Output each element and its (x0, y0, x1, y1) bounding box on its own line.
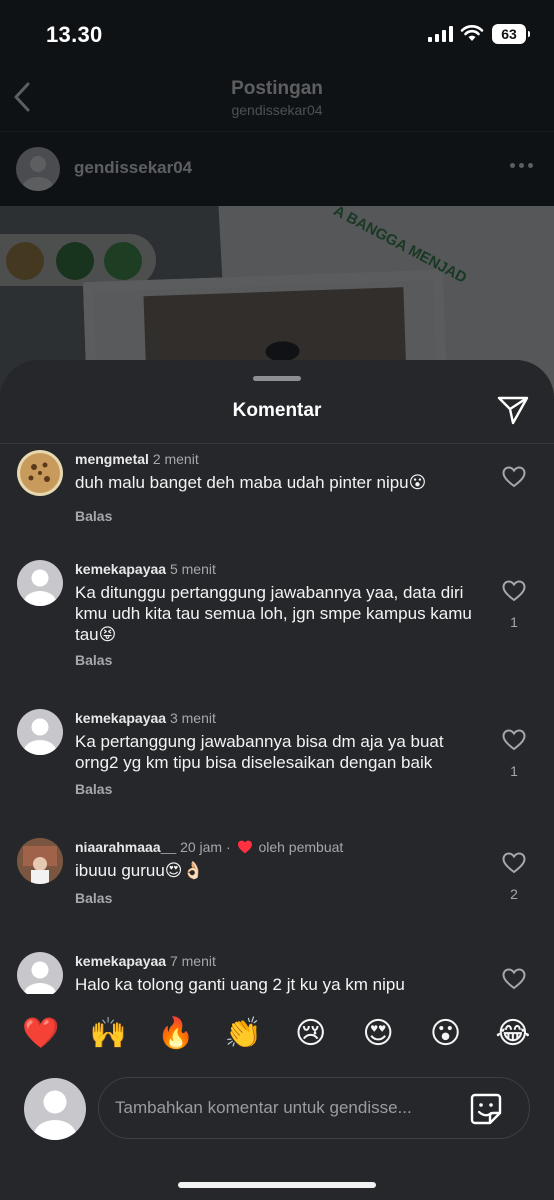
creator-liked-heart-icon (237, 840, 252, 854)
heart-icon[interactable] (502, 466, 526, 488)
comment-text: Ka pertanggung jawabannya bisa dm aja ya… (75, 732, 444, 772)
emoji-raising-hands[interactable]: 🙌 (89, 1015, 127, 1053)
post-author-username[interactable]: gendissekar04 (74, 158, 192, 178)
comment-meta: kemekapayaa 3 menit (75, 709, 216, 727)
like-count: 1 (510, 614, 518, 630)
comment-time: 7 menit (169, 953, 216, 969)
reply-button[interactable]: Balas (75, 652, 112, 668)
comment-meta: kemekapayaa 7 menit (75, 952, 216, 970)
creator-like-label: oleh pembuat (258, 839, 344, 855)
comment-composer (0, 1074, 554, 1154)
comment-list[interactable]: mengmetal 2 menit duh malu banget deh ma… (0, 444, 554, 994)
comment-meta: niaarahmaaa__ 20 jam · oleh pembuat (75, 839, 344, 855)
comment-text: Ka ditunggu pertanggung jawabannya yaa, … (75, 583, 472, 644)
emoji-laughing[interactable]: 😂 (494, 1015, 532, 1053)
comment-text: duh malu banget deh maba udah pinter nip… (75, 473, 427, 492)
reply-button[interactable]: Balas (75, 781, 112, 797)
comment-meta: mengmetal 2 menit (75, 450, 199, 468)
battery-indicator: 63 (492, 24, 530, 44)
reply-button[interactable]: Balas (75, 890, 112, 906)
heart-icon[interactable] (502, 580, 526, 602)
wifi-icon (460, 25, 484, 41)
like-count: 2 (510, 886, 518, 902)
comment-input[interactable] (115, 1078, 455, 1138)
comment-username[interactable]: mengmetal (75, 451, 149, 467)
comment-item: kemekapayaa 3 menit Ka pertanggung jawab… (0, 709, 554, 819)
comment-time: 5 menit (169, 561, 216, 577)
comment-username[interactable]: kemekapayaa (75, 710, 166, 726)
comment-box (98, 1077, 530, 1139)
default-avatar-icon (24, 718, 56, 755)
sticker-icon[interactable] (469, 1092, 503, 1126)
emoji-reaction-bar: ❤️ 🙌 🔥 👏 😢 😍 😮 😂 (0, 1004, 554, 1064)
default-avatar-icon (34, 1090, 76, 1140)
status-time: 13.30 (46, 22, 103, 47)
commenter-avatar[interactable] (17, 560, 63, 606)
heart-icon[interactable] (502, 852, 526, 874)
comment-username[interactable]: niaarahmaaa__ (75, 839, 176, 855)
home-indicator[interactable] (178, 1182, 376, 1188)
cellular-signal-icon (428, 26, 453, 42)
top-navigation: Postingan gendissekar04 (0, 66, 554, 132)
more-horizontal-icon[interactable] (510, 163, 536, 173)
default-avatar-icon (23, 156, 53, 191)
comment-text: Halo ka tolong ganti uang 2 jt ku ya km … (75, 975, 405, 994)
photo-avatar-image (17, 838, 63, 884)
comment-item: niaarahmaaa__ 20 jam · oleh pembuat ibuu… (0, 838, 554, 938)
heart-icon[interactable] (502, 968, 526, 990)
comment-item: kemekapayaa 7 menit Halo ka tolong ganti… (0, 952, 554, 994)
commenter-avatar[interactable] (17, 450, 63, 496)
post-header: gendissekar04 (0, 133, 554, 205)
page-subtitle: gendissekar04 (231, 102, 323, 118)
comment-time: 20 jam (180, 839, 223, 855)
comment-time: 3 menit (169, 710, 216, 726)
my-avatar (24, 1078, 86, 1140)
comment-time: 2 menit (152, 451, 199, 467)
default-avatar-icon (24, 569, 56, 606)
sheet-title: Komentar (232, 400, 322, 421)
emoji-red-heart[interactable]: ❤️ (22, 1015, 60, 1053)
commenter-avatar[interactable] (17, 838, 63, 884)
logo-badges (0, 234, 156, 286)
emoji-crying[interactable]: 😢 (292, 1015, 330, 1053)
comments-sheet: Komentar mengmetal 2 menit duh malu bang… (0, 360, 554, 1200)
commenter-avatar[interactable] (17, 952, 63, 994)
emoji-fire[interactable]: 🔥 (157, 1015, 195, 1053)
comment-item: mengmetal 2 menit duh malu banget deh ma… (0, 450, 554, 540)
reply-button[interactable]: Balas (75, 508, 112, 524)
sheet-drag-handle[interactable] (253, 376, 301, 381)
comment-item: kemekapayaa 5 menit Ka ditunggu pertangg… (0, 560, 554, 690)
page-title: Postingan (231, 78, 323, 99)
status-bar: 13.30 63 (0, 0, 554, 66)
emoji-clapping[interactable]: 👏 (224, 1015, 262, 1053)
post-author-avatar[interactable] (16, 147, 60, 191)
default-avatar-icon (24, 961, 56, 994)
emoji-surprised[interactable]: 😮 (427, 1015, 465, 1053)
emoji-heart-eyes[interactable]: 😍 (359, 1015, 397, 1053)
commenter-avatar[interactable] (17, 709, 63, 755)
heart-icon[interactable] (502, 729, 526, 751)
comment-text: ibuuu guruu😍👌🏻 (75, 861, 204, 880)
send-icon[interactable] (496, 394, 530, 426)
cookie-avatar-image (20, 453, 60, 493)
like-count: 1 (510, 763, 518, 779)
comment-username[interactable]: kemekapayaa (75, 953, 166, 969)
comment-username[interactable]: kemekapayaa (75, 561, 166, 577)
comment-meta: kemekapayaa 5 menit (75, 560, 216, 578)
